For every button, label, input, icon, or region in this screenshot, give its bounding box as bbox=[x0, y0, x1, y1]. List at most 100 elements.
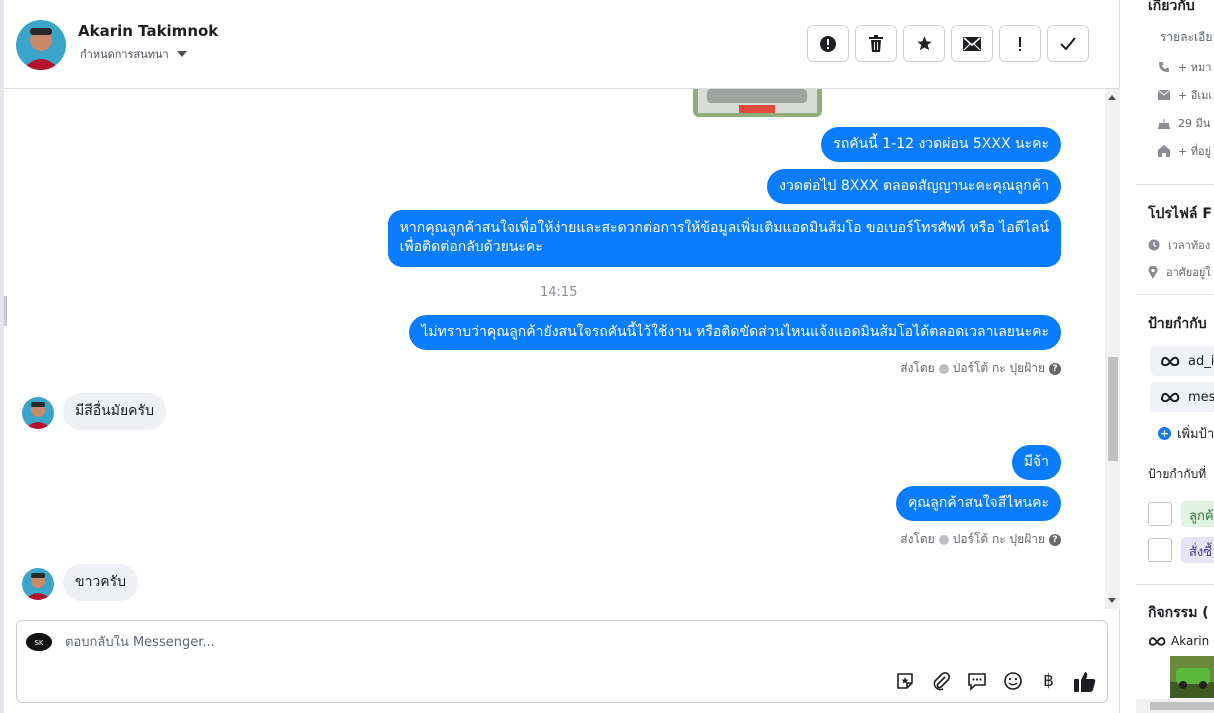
birthday-row: 29 มีน bbox=[1158, 114, 1210, 132]
tag-label: ad_io bbox=[1188, 353, 1214, 369]
tag-label: mess bbox=[1188, 389, 1214, 405]
page-avatar: SK bbox=[26, 633, 52, 651]
local-time-row: เวลาท้อง bbox=[1148, 236, 1210, 254]
like-button[interactable] bbox=[1072, 669, 1097, 693]
birthday-value: 29 มีน bbox=[1178, 117, 1211, 130]
about-heading: เกี่ยวกับ bbox=[1148, 0, 1195, 14]
activity-name: Akarin bbox=[1171, 634, 1210, 648]
label-checkbox[interactable] bbox=[1148, 538, 1172, 562]
add-phone-row[interactable]: + หมา bbox=[1158, 58, 1211, 76]
sticker-icon bbox=[896, 673, 913, 689]
exclamation-icon bbox=[1019, 36, 1021, 51]
outgoing-message[interactable]: รถคันนี้ 1-12 งวดผ่อน 5XXX นะคะ bbox=[821, 127, 1061, 162]
conversation-pane: Akarin Takimnok กำหนดการสนทนา รถคันนี้ 1… bbox=[0, 0, 1120, 713]
contact-avatar-small[interactable] bbox=[22, 568, 54, 600]
tag-messenger[interactable]: mess bbox=[1150, 382, 1214, 412]
star-button[interactable] bbox=[903, 25, 945, 62]
labels-heading: ป้ายกำกับที่ bbox=[1148, 467, 1207, 481]
add-tag-button[interactable]: + เพิ่มป้า bbox=[1158, 423, 1214, 444]
contact-name[interactable]: Akarin Takimnok bbox=[78, 22, 218, 40]
car-photo-attachment[interactable] bbox=[693, 89, 822, 117]
outgoing-message[interactable]: งวดต่อไป 8XXX ตลอดสัญญานะคะคุณลูกค้า bbox=[767, 169, 1061, 204]
lives-in-label: อาศัยอยู่ใ bbox=[1166, 266, 1211, 279]
assign-conversation-dropdown[interactable]: กำหนดการสนทนา bbox=[80, 45, 187, 63]
emoji-button[interactable] bbox=[1000, 669, 1025, 693]
sent-by-info: ส่งโดย ปอร์โต้ กะ ปุยฝ้าย ? bbox=[900, 530, 1061, 549]
clock-icon bbox=[1148, 239, 1160, 251]
activity-heading: กิจกรรม ( bbox=[1148, 605, 1209, 621]
spam-button[interactable] bbox=[999, 25, 1041, 62]
mail-icon bbox=[1158, 90, 1170, 100]
home-icon bbox=[1158, 145, 1170, 157]
sent-by-label: ส่งโดย bbox=[900, 532, 935, 546]
details-horizontal-scrollbar[interactable] bbox=[1136, 699, 1214, 713]
meta-icon bbox=[1148, 637, 1166, 646]
delete-button[interactable] bbox=[855, 25, 897, 62]
baht-icon: ฿ bbox=[1043, 671, 1054, 691]
envelope-icon bbox=[963, 36, 981, 51]
add-tag-label: เพิ่มป้า bbox=[1177, 427, 1214, 442]
sent-by-name: ปอร์โต้ กะ ปุยฝ้าย bbox=[952, 361, 1045, 375]
help-icon[interactable]: ? bbox=[1049, 362, 1061, 375]
message-list: รถคันนี้ 1-12 งวดผ่อน 5XXX นะคะ งวดต่อไป… bbox=[4, 89, 1103, 609]
add-email-row[interactable]: + อีเมเ bbox=[1158, 86, 1212, 104]
ad-thumbnail[interactable] bbox=[1170, 656, 1214, 698]
details-label: รายละเอีย bbox=[1160, 30, 1213, 44]
timestamp-divider: 14:15 bbox=[540, 285, 578, 300]
scrollbar-thumb[interactable] bbox=[1108, 357, 1118, 461]
star-icon bbox=[916, 36, 932, 51]
add-email-label: + อีเมเ bbox=[1178, 89, 1213, 102]
label-chip-ordered[interactable]: สั่งซื้ bbox=[1181, 537, 1214, 563]
message-line: หากคุณลูกค้าสนใจเพื่อให้ง่ายและสะดวกต่อก… bbox=[399, 220, 1049, 236]
reply-composer: SK ตอบกลับใน Messenger... ฿ bbox=[16, 620, 1108, 703]
incoming-message[interactable]: ขาวครับ bbox=[63, 564, 139, 601]
trash-icon bbox=[869, 35, 883, 52]
add-address-row[interactable]: + ที่อยู่ bbox=[1158, 142, 1211, 160]
header-action-buttons bbox=[807, 25, 1089, 62]
contact-avatar-small[interactable] bbox=[22, 397, 54, 429]
label-chip-customer[interactable]: ลูกค้ bbox=[1181, 501, 1214, 527]
location-pin-icon bbox=[1148, 265, 1158, 279]
help-icon[interactable]: ? bbox=[1049, 533, 1061, 546]
outgoing-message[interactable]: มีจ้า bbox=[1011, 445, 1061, 480]
mark-done-button[interactable] bbox=[1047, 25, 1089, 62]
outgoing-message[interactable]: หากคุณลูกค้าสนใจเพื่อให้ง่ายและสะดวกต่อก… bbox=[387, 210, 1061, 267]
sent-by-info: ส่งโดย ปอร์โต้ กะ ปุยฝ้าย ? bbox=[900, 359, 1061, 378]
divider bbox=[1136, 584, 1214, 585]
payment-button[interactable]: ฿ bbox=[1036, 669, 1061, 693]
plus-circle-icon: + bbox=[1158, 427, 1171, 440]
divider bbox=[1136, 294, 1214, 295]
activity-item[interactable]: Akarin bbox=[1148, 634, 1209, 648]
sticker-button[interactable] bbox=[892, 669, 917, 693]
attachment-icon bbox=[933, 671, 950, 691]
contact-avatar[interactable] bbox=[16, 20, 66, 70]
cake-icon bbox=[1158, 119, 1170, 129]
outgoing-message[interactable]: ไม่ทราบว่าคุณลูกค้ายังสนใจรถคันนี้ไว้ใช้… bbox=[409, 315, 1061, 350]
scroll-up-arrow-icon[interactable] bbox=[1108, 95, 1116, 100]
meta-icon bbox=[1161, 356, 1180, 366]
tags-heading: ป้ายกำกับ bbox=[1148, 316, 1207, 332]
add-address-label: + ที่อยู่ bbox=[1178, 145, 1212, 158]
meta-icon bbox=[1161, 392, 1180, 402]
divider bbox=[1136, 184, 1214, 185]
report-button[interactable] bbox=[807, 25, 849, 62]
scrollbar-thumb[interactable] bbox=[1150, 702, 1214, 710]
message-scrollbar[interactable] bbox=[1105, 89, 1120, 609]
saved-reply-button[interactable] bbox=[964, 669, 989, 693]
check-icon bbox=[1060, 37, 1076, 50]
incoming-message[interactable]: มีสีอื่นมัยครับ bbox=[63, 393, 166, 430]
caret-down-icon bbox=[176, 51, 187, 57]
mark-unread-button[interactable] bbox=[951, 25, 993, 62]
scroll-down-arrow-icon[interactable] bbox=[1108, 598, 1116, 603]
outgoing-message[interactable]: คุณลูกค้าสนใจสีไหนคะ bbox=[895, 486, 1061, 521]
svg-text:SK: SK bbox=[34, 639, 43, 647]
panel-gutter bbox=[1121, 0, 1136, 713]
attach-button[interactable] bbox=[928, 669, 953, 693]
contact-details-panel: เกี่ยวกับ รายละเอีย + หมา + อีเมเ 29 มีน… bbox=[1136, 0, 1214, 713]
message-line: เพื่อติดต่อกลับด้วยนะคะ bbox=[399, 239, 543, 255]
label-checkbox[interactable] bbox=[1148, 502, 1172, 526]
tag-ad-id[interactable]: ad_io bbox=[1150, 346, 1214, 376]
reply-input[interactable] bbox=[65, 635, 865, 650]
saved-reply-icon bbox=[967, 673, 986, 691]
add-phone-label: + หมา bbox=[1178, 61, 1212, 74]
